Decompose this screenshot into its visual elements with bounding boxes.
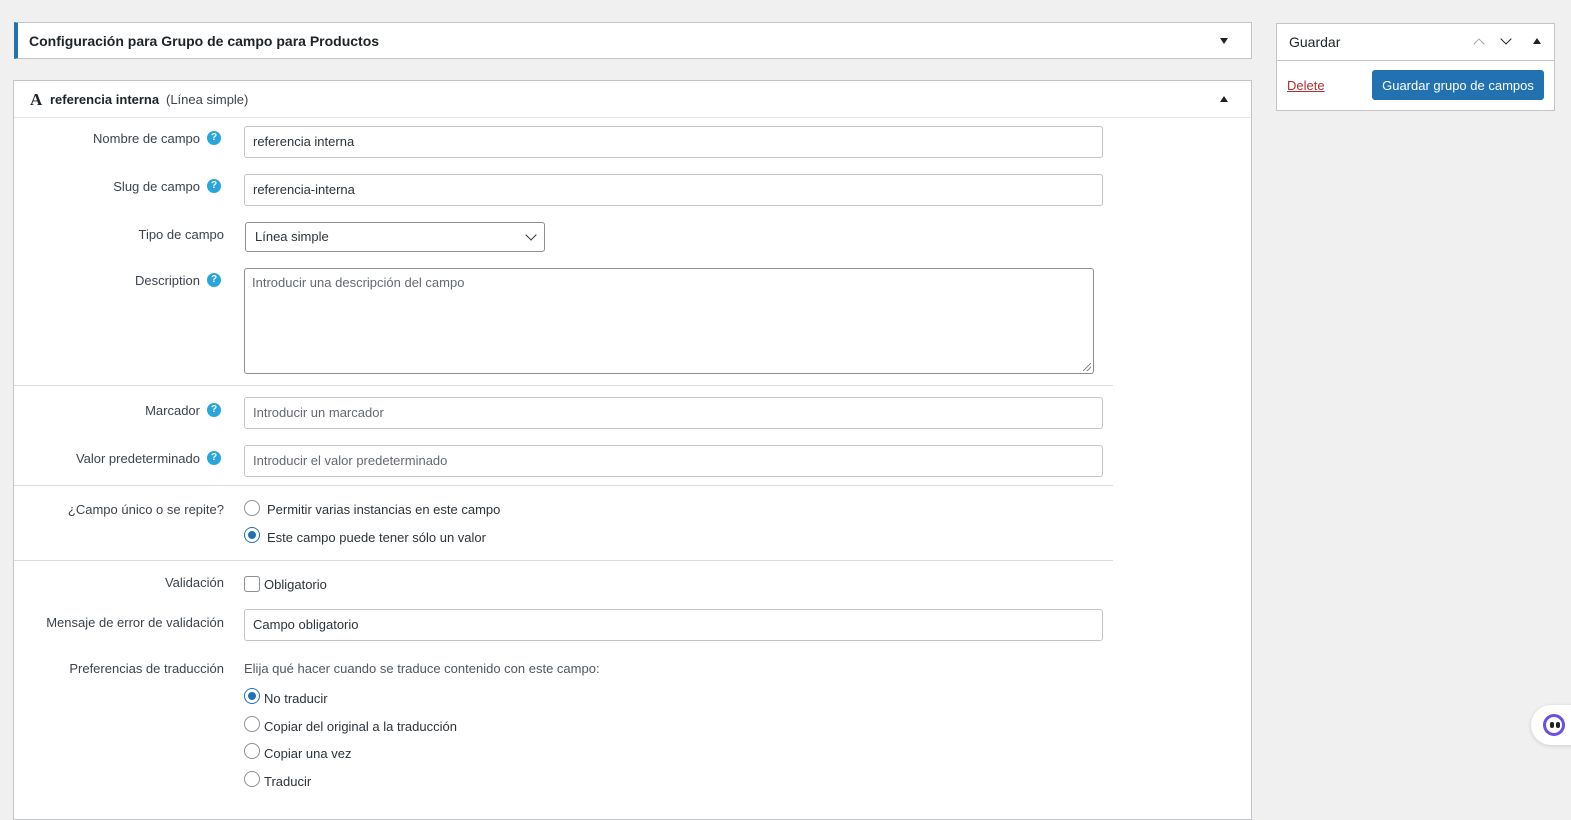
save-box-title: Guardar bbox=[1289, 34, 1341, 50]
collapse-up-icon[interactable] bbox=[1220, 96, 1228, 102]
description-textarea[interactable]: Introducir una descripción del campo bbox=[244, 268, 1094, 374]
field-type-label: (Línea simple) bbox=[166, 92, 249, 107]
description-placeholder: Introducir una descripción del campo bbox=[252, 275, 465, 290]
repeat-multiple-radio[interactable] bbox=[244, 500, 260, 516]
translation-translate-label: Traducir bbox=[264, 774, 312, 789]
field-slug-input[interactable]: referencia-interna bbox=[244, 174, 1103, 206]
chevron-down-icon bbox=[525, 229, 537, 241]
field-group-settings-box[interactable]: Configuración para Grupo de campo para P… bbox=[14, 22, 1252, 59]
placeholder-label: Marcador bbox=[145, 403, 200, 418]
description-label: Description bbox=[134, 273, 200, 288]
repeat-single-radio[interactable] bbox=[244, 527, 260, 543]
repeat-label: ¿Campo único o se repite? bbox=[67, 502, 224, 517]
help-icon[interactable]: ? bbox=[207, 179, 221, 193]
section-divider bbox=[14, 385, 1113, 386]
robot-face-icon bbox=[1543, 714, 1565, 736]
help-icon[interactable]: ? bbox=[207, 451, 221, 465]
field-title: referencia interna bbox=[50, 92, 160, 107]
save-box-header: Guardar bbox=[1277, 24, 1554, 61]
default-value-input[interactable]: Introducir el valor predeterminado bbox=[244, 445, 1103, 477]
delete-link[interactable]: Delete bbox=[1287, 78, 1325, 93]
section-divider bbox=[14, 485, 1113, 486]
translation-no-radio[interactable] bbox=[244, 688, 260, 704]
translation-no-label: No traducir bbox=[264, 691, 328, 706]
field-name-input[interactable]: referencia interna bbox=[244, 126, 1103, 158]
translation-hint: Elija qué hacer cuando se traduce conten… bbox=[244, 661, 600, 676]
default-value-label: Valor predeterminado bbox=[75, 451, 200, 466]
field-header[interactable]: A referencia interna (Línea simple) bbox=[14, 81, 1251, 118]
translation-translate-radio[interactable] bbox=[244, 771, 260, 787]
field-panel: A referencia interna (Línea simple) Nomb… bbox=[13, 80, 1252, 820]
save-box: Guardar Delete Guardar grupo de campos bbox=[1276, 23, 1555, 111]
collapse-up-icon[interactable] bbox=[1533, 38, 1541, 44]
resize-handle-icon[interactable] bbox=[1083, 363, 1091, 371]
text-type-icon: A bbox=[30, 90, 43, 109]
repeat-multiple-label: Permitir varias instancias en este campo bbox=[267, 502, 501, 517]
translation-copy-once-radio[interactable] bbox=[244, 743, 260, 759]
save-field-group-button[interactable]: Guardar grupo de campos bbox=[1372, 70, 1544, 100]
help-icon[interactable]: ? bbox=[207, 131, 221, 145]
section-divider bbox=[14, 560, 1113, 561]
placeholder-input[interactable]: Introducir un marcador bbox=[244, 397, 1103, 429]
required-checkbox[interactable] bbox=[244, 576, 260, 592]
translation-copy-label: Copiar del original a la traducción bbox=[264, 719, 457, 734]
field-type-select[interactable]: Línea simple bbox=[245, 222, 545, 252]
required-label: Obligatorio bbox=[264, 577, 327, 592]
validation-error-input[interactable]: Campo obligatorio bbox=[244, 609, 1103, 641]
toggle-down-icon[interactable] bbox=[1220, 38, 1228, 44]
validation-label: Validación bbox=[164, 575, 224, 590]
help-icon[interactable]: ? bbox=[207, 273, 221, 287]
repeat-single-label: Este campo puede tener sólo un valor bbox=[267, 530, 486, 545]
field-slug-label: Slug de campo bbox=[113, 179, 200, 194]
assistant-launcher[interactable] bbox=[1531, 705, 1571, 745]
settings-box-title: Configuración para Grupo de campo para P… bbox=[29, 33, 380, 49]
translation-label: Preferencias de traducción bbox=[69, 661, 224, 676]
validation-error-label: Mensaje de error de validación bbox=[46, 615, 224, 630]
field-type-select-label: Tipo de campo bbox=[138, 227, 224, 242]
translation-copy-once-label: Copiar una vez bbox=[264, 746, 352, 761]
field-name-label: Nombre de campo bbox=[93, 131, 200, 146]
move-up-icon[interactable] bbox=[1473, 38, 1485, 50]
move-down-icon[interactable] bbox=[1500, 33, 1512, 45]
field-type-select-value: Línea simple bbox=[255, 229, 329, 244]
help-icon[interactable]: ? bbox=[207, 403, 221, 417]
translation-copy-radio[interactable] bbox=[244, 716, 260, 732]
